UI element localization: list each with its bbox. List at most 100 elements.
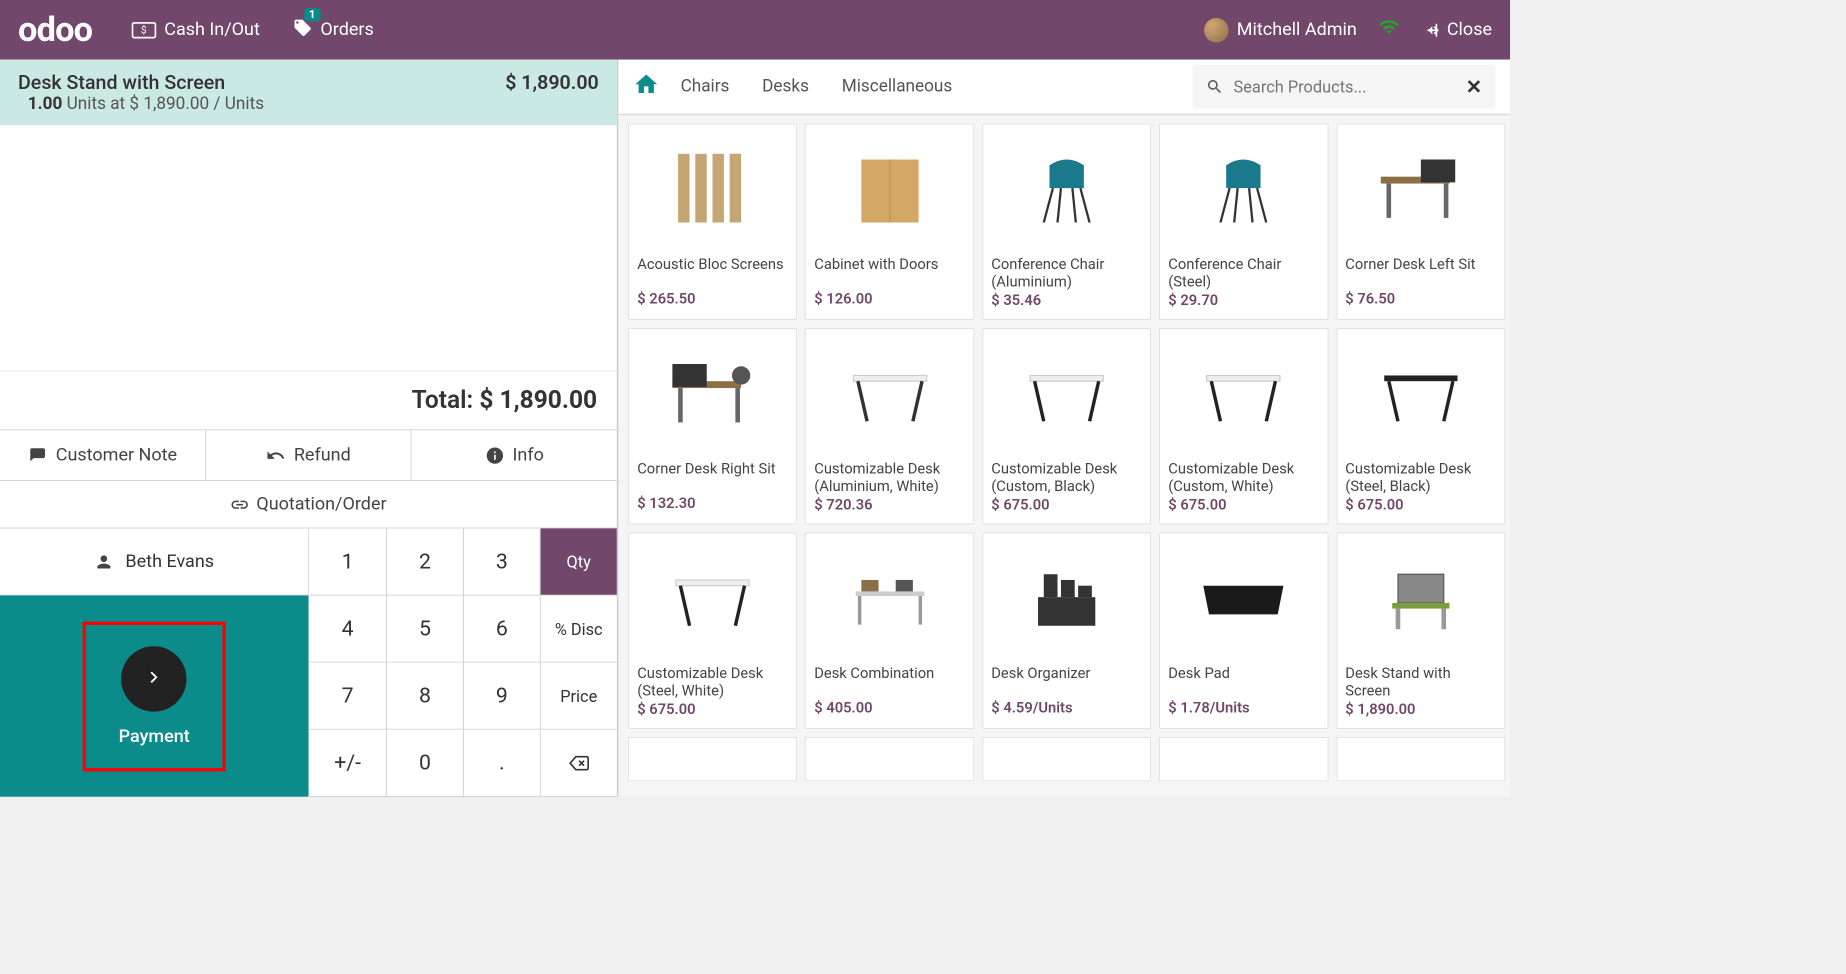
product-card[interactable]: Customizable Desk (Custom, White) $ 675.…: [1159, 328, 1328, 524]
numkey-qty[interactable]: Qty: [540, 528, 617, 595]
product-name: Conference Chair (Steel): [1160, 251, 1327, 292]
numkey-7[interactable]: 7: [309, 663, 386, 730]
product-image: [806, 533, 973, 660]
product-price: $ 1.78/Units: [1160, 699, 1327, 726]
product-image: [983, 124, 1150, 251]
search-box: ✕: [1193, 65, 1496, 109]
product-price: $ 132.30: [629, 495, 796, 522]
payment-button[interactable]: Payment: [0, 596, 308, 797]
tag-icon: 1: [293, 18, 313, 43]
order-panel: Desk Stand with Screen $ 1,890.00 1.00 U…: [0, 60, 618, 797]
product-price: $ 720.36: [806, 497, 973, 524]
product-card[interactable]: Customizable Desk (Custom, Black) $ 675.…: [982, 328, 1151, 524]
product-image: [629, 533, 796, 660]
product-price: $ 76.50: [1337, 290, 1504, 317]
product-card[interactable]: Corner Desk Left Sit $ 76.50: [1336, 124, 1505, 320]
numkey-1[interactable]: 1: [309, 528, 386, 595]
cash-in-out-button[interactable]: $ Cash In/Out: [132, 20, 260, 40]
product-card[interactable]: Corner Desk Right Sit $ 132.30: [628, 328, 797, 524]
product-card[interactable]: Acoustic Bloc Screens $ 265.50: [628, 124, 797, 320]
product-image: [1337, 124, 1504, 251]
product-image: [806, 329, 973, 456]
product-image: [629, 124, 796, 251]
search-icon: [1206, 78, 1224, 96]
product-card[interactable]: Customizable Desk (Aluminium, White) $ 7…: [805, 328, 974, 524]
customer-button[interactable]: Beth Evans: [0, 528, 308, 595]
close-button[interactable]: Close: [1421, 20, 1492, 40]
product-image: [1160, 329, 1327, 456]
product-card[interactable]: Conference Chair (Steel) $ 29.70: [1159, 124, 1328, 320]
user-menu[interactable]: Mitchell Admin: [1204, 18, 1357, 43]
numkey-0[interactable]: 0: [386, 730, 463, 797]
product-name: Customizable Desk (Aluminium, White): [806, 456, 973, 497]
customer-note-button[interactable]: Customer Note: [0, 430, 205, 480]
numkey-disc[interactable]: % Disc: [540, 596, 617, 663]
orders-button[interactable]: 1 Orders: [293, 18, 374, 43]
product-card[interactable]: [982, 737, 1151, 781]
product-image: [983, 533, 1150, 660]
product-card[interactable]: Desk Stand with Screen $ 1,890.00: [1336, 533, 1505, 729]
product-name: Customizable Desk (Custom, Black): [983, 456, 1150, 497]
info-button[interactable]: Info: [411, 430, 617, 480]
close-label: Close: [1447, 20, 1492, 40]
backspace-icon: [566, 753, 591, 773]
product-card[interactable]: Cabinet with Doors $ 126.00: [805, 124, 974, 320]
product-image: [1160, 533, 1327, 660]
numkey-3[interactable]: 3: [463, 528, 540, 595]
product-image: [1337, 329, 1504, 456]
numkey-4[interactable]: 4: [309, 596, 386, 663]
wifi-icon: [1378, 16, 1399, 43]
search-input[interactable]: [1234, 77, 1456, 97]
product-image: [983, 329, 1150, 456]
numkey-2[interactable]: 2: [386, 528, 463, 595]
order-line-detail: 1.00 Units at $ 1,890.00 / Units: [18, 94, 599, 114]
product-card[interactable]: Desk Organizer $ 4.59/Units: [982, 533, 1151, 729]
product-price: $ 675.00: [1337, 497, 1504, 524]
product-name: Desk Organizer: [983, 660, 1150, 699]
product-card[interactable]: Desk Combination $ 405.00: [805, 533, 974, 729]
category-chairs[interactable]: Chairs: [681, 77, 730, 97]
product-price: $ 35.46: [983, 292, 1150, 319]
product-name: Cabinet with Doors: [806, 251, 973, 290]
order-line[interactable]: Desk Stand with Screen $ 1,890.00 1.00 U…: [0, 60, 617, 125]
numkey-6[interactable]: 6: [463, 596, 540, 663]
refund-button[interactable]: Refund: [205, 430, 411, 480]
product-card[interactable]: Conference Chair (Aluminium) $ 35.46: [982, 124, 1151, 320]
quotation-button[interactable]: Quotation/Order: [0, 481, 617, 528]
chevron-right-icon: [143, 661, 166, 695]
orders-label: Orders: [320, 20, 373, 40]
category-bar: Chairs Desks Miscellaneous ✕: [618, 60, 1510, 116]
product-image: [629, 329, 796, 456]
product-card[interactable]: [805, 737, 974, 781]
product-card[interactable]: [628, 737, 797, 781]
category-misc[interactable]: Miscellaneous: [842, 77, 953, 97]
home-icon[interactable]: [633, 71, 659, 103]
top-header: odoo $ Cash In/Out 1 Orders Mitchell Adm…: [0, 0, 1510, 60]
search-clear-icon[interactable]: ✕: [1466, 75, 1482, 98]
product-card[interactable]: Customizable Desk (Steel, Black) $ 675.0…: [1336, 328, 1505, 524]
product-name: Customizable Desk (Steel, White): [629, 660, 796, 701]
numkey-price[interactable]: Price: [540, 663, 617, 730]
numkey-dot[interactable]: .: [463, 730, 540, 797]
payment-label: Payment: [119, 726, 190, 746]
product-price: $ 1,890.00: [1337, 701, 1504, 728]
category-desks[interactable]: Desks: [762, 77, 809, 97]
numkey-pm[interactable]: +/-: [309, 730, 386, 797]
product-price: $ 675.00: [983, 497, 1150, 524]
close-icon: [1421, 20, 1441, 40]
product-card[interactable]: [1159, 737, 1328, 781]
product-price: $ 675.00: [1160, 497, 1327, 524]
product-price: $ 405.00: [806, 699, 973, 726]
numkey-backspace[interactable]: [540, 730, 617, 797]
numkey-5[interactable]: 5: [386, 596, 463, 663]
product-card[interactable]: Desk Pad $ 1.78/Units: [1159, 533, 1328, 729]
numkey-9[interactable]: 9: [463, 663, 540, 730]
cash-icon: $: [132, 22, 157, 38]
product-card[interactable]: Customizable Desk (Steel, White) $ 675.0…: [628, 533, 797, 729]
product-price: $ 675.00: [629, 701, 796, 728]
numkey-8[interactable]: 8: [386, 663, 463, 730]
info-icon: [485, 445, 505, 465]
product-card[interactable]: [1336, 737, 1505, 781]
product-name: Desk Stand with Screen: [1337, 660, 1504, 701]
product-name: Corner Desk Left Sit: [1337, 251, 1504, 290]
